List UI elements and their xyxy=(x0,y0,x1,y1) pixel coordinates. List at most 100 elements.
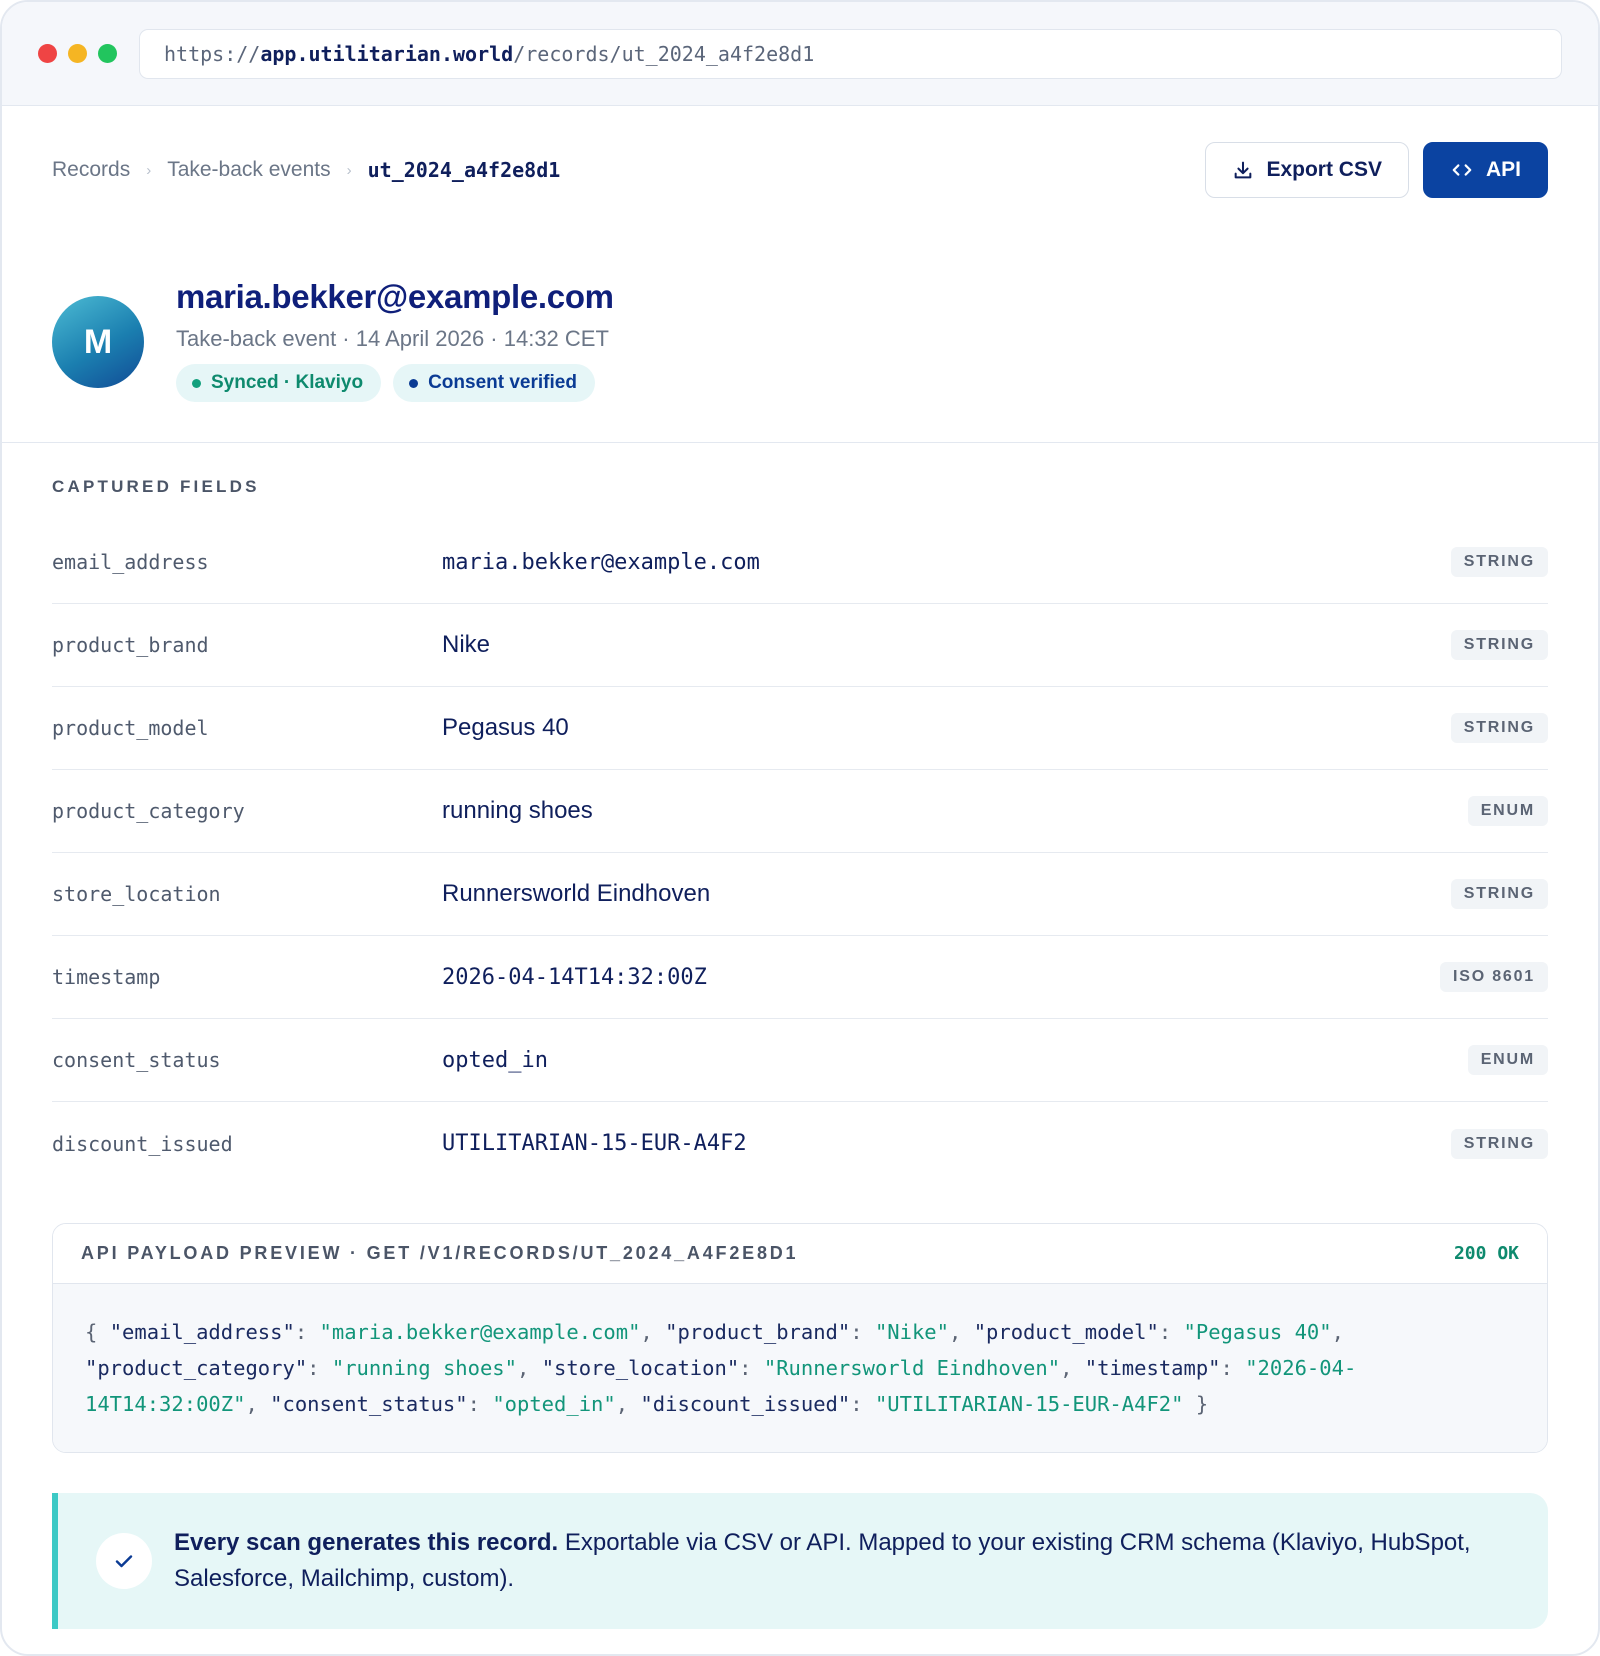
url-scheme: https:// xyxy=(164,41,261,66)
export-csv-button[interactable]: Export CSV xyxy=(1205,142,1409,198)
main-content: Records › Take-back events › ut_2024_a4f… xyxy=(2,106,1598,1629)
close-window-button[interactable] xyxy=(38,44,57,63)
table-row: email_address maria.bekker@example.com S… xyxy=(52,521,1548,604)
json-punctuation: : xyxy=(467,1392,493,1416)
callout-headline: Every scan generates this record. xyxy=(174,1529,559,1556)
type-badge: STRING xyxy=(1450,713,1548,743)
json-punctuation: , xyxy=(640,1320,666,1344)
export-csv-label: Export CSV xyxy=(1266,158,1382,181)
field-key: product_category xyxy=(52,799,245,823)
api-payload-panel: API PAYLOAD PREVIEW · GET /V1/RECORDS/UT… xyxy=(52,1223,1548,1453)
field-value: running shoes xyxy=(442,797,593,824)
consent-badge-label: Consent verified xyxy=(428,372,577,393)
synced-badge: Synced · Klaviyo xyxy=(176,364,382,402)
table-row: product_category running shoes ENUM xyxy=(52,770,1548,853)
api-label: API xyxy=(1485,158,1521,181)
json-punctuation: , xyxy=(517,1356,542,1380)
json-punctuation: , xyxy=(615,1392,641,1416)
json-punctuation: : xyxy=(1220,1356,1246,1380)
table-row: product_brand Nike STRING xyxy=(52,604,1548,687)
json-key: "product_model" xyxy=(973,1320,1159,1344)
type-badge: ISO 8601 xyxy=(1439,962,1548,992)
download-icon xyxy=(1232,159,1254,181)
json-value: 14T14:32:00Z" xyxy=(85,1392,246,1416)
url-host: app.utilitarian.world xyxy=(260,41,514,66)
page-title: maria.bekker@example.com xyxy=(176,278,614,315)
api-payload-code[interactable]: { "email_address": "maria.bekker@example… xyxy=(53,1284,1547,1452)
json-value: "Runnersworld Eindhoven" xyxy=(763,1356,1061,1380)
type-badge: ENUM xyxy=(1467,796,1548,826)
field-value: Nike xyxy=(442,631,491,658)
chevron-right-icon: › xyxy=(146,161,152,179)
field-value: maria.bekker@example.com xyxy=(442,549,760,575)
json-punctuation: : xyxy=(307,1356,332,1380)
status-dot-icon xyxy=(192,378,201,388)
table-row: product_model Pegasus 40 STRING xyxy=(52,687,1548,770)
code-icon xyxy=(1450,159,1474,181)
json-punctuation: : xyxy=(850,1392,875,1416)
type-badge: STRING xyxy=(1450,630,1548,660)
minimize-window-button[interactable] xyxy=(68,44,87,63)
api-button[interactable]: API xyxy=(1422,142,1548,198)
field-key: product_brand xyxy=(52,633,209,657)
json-value: "maria.bekker@example.com" xyxy=(319,1320,641,1344)
breadcrumb: Records › Take-back events › ut_2024_a4f… xyxy=(52,158,560,182)
section-heading: CAPTURED FIELDS xyxy=(52,477,260,496)
json-key: "timestamp" xyxy=(1084,1356,1221,1380)
maximize-window-button[interactable] xyxy=(98,44,117,63)
code-line: "product_category": "running shoes", "st… xyxy=(85,1350,1517,1386)
json-value: "2026-04- xyxy=(1245,1356,1357,1380)
header-actions: Export CSV API xyxy=(1205,142,1548,198)
avatar: M xyxy=(52,296,144,388)
json-punctuation: , xyxy=(1331,1320,1344,1344)
json-punctuation: : xyxy=(294,1320,320,1344)
field-key: email_address xyxy=(52,550,209,574)
status-dot-icon xyxy=(409,378,419,388)
field-key: product_model xyxy=(52,716,209,740)
type-badge: STRING xyxy=(1450,1128,1548,1159)
json-key: "email_address" xyxy=(109,1320,295,1344)
field-key: store_location xyxy=(52,882,221,906)
address-bar[interactable]: https://app.utilitarian.world/records/ut… xyxy=(139,28,1562,79)
code-line: { "email_address": "maria.bekker@example… xyxy=(85,1314,1517,1350)
json-value: "running shoes" xyxy=(331,1356,517,1380)
json-key: "discount_issued" xyxy=(640,1392,851,1416)
field-value: Pegasus 40 xyxy=(442,714,569,741)
synced-badge-label: Synced · Klaviyo xyxy=(211,372,364,393)
json-punctuation: { xyxy=(85,1320,110,1344)
field-value: 2026-04-14T14:32:00Z xyxy=(442,964,707,990)
consent-badge: Consent verified xyxy=(393,364,595,402)
callout-text: Every scan generates this record. Export… xyxy=(174,1525,1548,1597)
type-badge: ENUM xyxy=(1467,1045,1548,1075)
window-controls xyxy=(38,44,117,63)
json-value: "Pegasus 40" xyxy=(1183,1320,1332,1344)
json-punctuation: } xyxy=(1183,1392,1209,1416)
json-key: "product_brand" xyxy=(665,1320,851,1344)
table-row: store_location Runnersworld Eindhoven ST… xyxy=(52,853,1548,936)
code-line: 14T14:32:00Z", "consent_status": "opted_… xyxy=(85,1386,1517,1422)
json-punctuation: : xyxy=(1158,1320,1184,1344)
top-bar: Records › Take-back events › ut_2024_a4f… xyxy=(52,106,1548,226)
json-value: "UTILITARIAN-15-EUR-A4F2" xyxy=(874,1392,1184,1416)
json-key: "consent_status" xyxy=(270,1392,468,1416)
json-punctuation: , xyxy=(245,1392,271,1416)
table-row: consent_status opted_in ENUM xyxy=(52,1019,1548,1102)
chevron-right-icon: › xyxy=(346,161,352,179)
status-badges: Synced · Klaviyo Consent verified xyxy=(176,364,614,402)
api-payload-title: API PAYLOAD PREVIEW · GET /V1/RECORDS/UT… xyxy=(81,1243,799,1263)
field-key: discount_issued xyxy=(52,1131,233,1156)
field-value: UTILITARIAN-15-EUR-A4F2 xyxy=(442,1131,747,1156)
field-key: consent_status xyxy=(52,1048,221,1072)
breadcrumb-records[interactable]: Records xyxy=(52,158,130,182)
json-key: "product_category" xyxy=(85,1356,308,1380)
info-callout: Every scan generates this record. Export… xyxy=(52,1493,1548,1629)
json-key: "store_location" xyxy=(541,1356,740,1380)
field-key: timestamp xyxy=(52,965,161,989)
record-header: M maria.bekker@example.com Take-back eve… xyxy=(52,226,1548,442)
breadcrumb-take-back-events[interactable]: Take-back events xyxy=(167,158,330,182)
json-value: "opted_in" xyxy=(492,1392,616,1416)
table-row: discount_issued UTILITARIAN-15-EUR-A4F2 … xyxy=(52,1102,1548,1185)
field-value: opted_in xyxy=(442,1047,548,1073)
json-punctuation: , xyxy=(949,1320,974,1344)
json-punctuation: : xyxy=(739,1356,764,1380)
